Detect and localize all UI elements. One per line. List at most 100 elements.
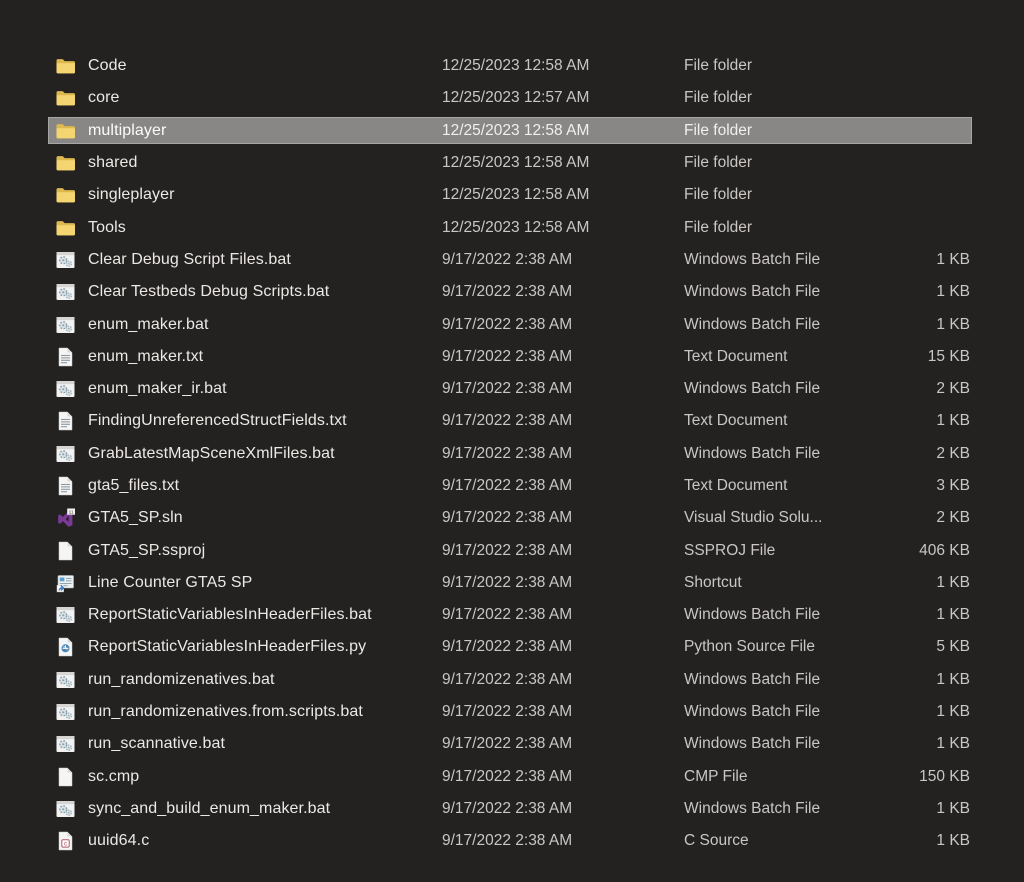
batch-file-icon bbox=[55, 734, 76, 755]
file-name: gta5_files.txt bbox=[88, 477, 180, 494]
batch-file-icon bbox=[55, 443, 76, 464]
file-name: Code bbox=[88, 57, 127, 75]
file-row[interactable]: ReportStaticVariablesInHeaderFiles.bat 9… bbox=[48, 599, 972, 631]
file-type: Windows Batch File bbox=[684, 283, 821, 301]
file-row[interactable]: c uuid64.c 9/17/2022 2:38 AM C Source 1 … bbox=[48, 825, 972, 857]
file-row[interactable]: sync_and_build_enum_maker.bat 9/17/2022 … bbox=[48, 793, 972, 825]
file-size: 1 KB bbox=[936, 670, 970, 688]
file-size: 2 KB bbox=[936, 509, 970, 527]
file-type: Text Document bbox=[684, 347, 788, 365]
file-type: Python Source File bbox=[684, 638, 815, 656]
batch-file-icon bbox=[55, 702, 76, 723]
svg-text:11: 11 bbox=[69, 510, 74, 516]
date-modified: 9/17/2022 2:38 AM bbox=[442, 444, 573, 462]
file-name: enum_maker_ir.bat bbox=[88, 380, 227, 398]
file-type: CMP File bbox=[684, 767, 748, 785]
batch-file-icon bbox=[55, 314, 76, 335]
date-modified: 9/17/2022 2:38 AM bbox=[442, 315, 573, 333]
folder-icon bbox=[55, 56, 76, 77]
file-row[interactable]: gta5_files.txt 9/17/2022 2:38 AM Text Do… bbox=[48, 470, 972, 502]
file-row[interactable]: run_randomizenatives.from.scripts.bat 9/… bbox=[48, 696, 972, 728]
file-row[interactable]: shared 12/25/2023 12:58 AM File folder bbox=[48, 147, 972, 179]
file-name: run_randomizenatives.from.scripts.bat bbox=[88, 703, 363, 721]
file-size: 1 KB bbox=[936, 703, 970, 721]
date-modified: 9/17/2022 2:38 AM bbox=[442, 380, 573, 398]
file-row[interactable]: 11 GTA5_SP.sln 9/17/2022 2:38 AM Visual … bbox=[48, 502, 972, 534]
file-row[interactable]: Line Counter GTA5 SP 9/17/2022 2:38 AM S… bbox=[48, 567, 972, 599]
file-row[interactable]: GrabLatestMapSceneXmlFiles.bat 9/17/2022… bbox=[48, 438, 972, 470]
file-size: 1 KB bbox=[936, 283, 970, 301]
file-type: Windows Batch File bbox=[684, 380, 821, 398]
file-size: 1 KB bbox=[936, 799, 970, 817]
file-row[interactable]: multiplayer 12/25/2023 12:58 AM File fol… bbox=[48, 115, 972, 147]
file-row[interactable]: run_scannative.bat 9/17/2022 2:38 AM Win… bbox=[48, 728, 972, 760]
file-row[interactable]: singleplayer 12/25/2023 12:58 AM File fo… bbox=[48, 179, 972, 211]
file-type: Text Document bbox=[684, 477, 788, 494]
date-modified: 9/17/2022 2:38 AM bbox=[442, 799, 573, 817]
file-type: File folder bbox=[684, 154, 753, 172]
file-name: enum_maker.bat bbox=[88, 315, 209, 333]
file-type: Shortcut bbox=[684, 573, 742, 591]
batch-file-icon bbox=[55, 249, 76, 270]
file-name: singleplayer bbox=[88, 186, 175, 204]
file-row[interactable]: Clear Testbeds Debug Scripts.bat 9/17/20… bbox=[48, 276, 972, 308]
file-size: 15 KB bbox=[927, 347, 970, 365]
date-modified: 9/17/2022 2:38 AM bbox=[442, 767, 573, 785]
c-source-icon: c bbox=[55, 831, 76, 852]
file-name: uuid64.c bbox=[88, 832, 150, 850]
file-row[interactable]: FindingUnreferencedStructFields.txt 9/17… bbox=[48, 405, 972, 437]
text-document-icon bbox=[55, 476, 76, 497]
file-name: GTA5_SP.sln bbox=[88, 509, 183, 527]
file-type: Windows Batch File bbox=[684, 799, 821, 817]
date-modified: 12/25/2023 12:58 AM bbox=[442, 57, 590, 75]
file-size: 1 KB bbox=[936, 735, 970, 753]
file-name: enum_maker.txt bbox=[88, 347, 204, 365]
file-row[interactable]: enum_maker.bat 9/17/2022 2:38 AM Windows… bbox=[48, 308, 972, 340]
file-type: Windows Batch File bbox=[684, 606, 821, 624]
file-name: Tools bbox=[88, 218, 126, 236]
date-modified: 12/25/2023 12:57 AM bbox=[442, 89, 590, 107]
file-row[interactable]: Tools 12/25/2023 12:58 AM File folder bbox=[48, 211, 972, 243]
file-type: Windows Batch File bbox=[684, 250, 821, 268]
date-modified: 9/17/2022 2:38 AM bbox=[442, 638, 573, 656]
file-row[interactable]: GTA5_SP.ssproj 9/17/2022 2:38 AM SSPROJ … bbox=[48, 534, 972, 566]
file-type: File folder bbox=[684, 121, 753, 139]
file-size: 3 KB bbox=[936, 477, 970, 494]
python-file-icon bbox=[55, 637, 76, 658]
file-type: File folder bbox=[684, 89, 753, 107]
file-name: run_scannative.bat bbox=[88, 735, 226, 753]
file-size: 1 KB bbox=[936, 315, 970, 333]
date-modified: 12/25/2023 12:58 AM bbox=[442, 186, 590, 204]
file-size: 1 KB bbox=[936, 606, 970, 624]
batch-file-icon bbox=[55, 669, 76, 690]
file-type: Windows Batch File bbox=[684, 444, 821, 462]
file-name: GTA5_SP.ssproj bbox=[88, 541, 206, 559]
date-modified: 9/17/2022 2:38 AM bbox=[442, 347, 573, 365]
file-name: ReportStaticVariablesInHeaderFiles.bat bbox=[88, 606, 372, 624]
file-row[interactable]: enum_maker.txt 9/17/2022 2:38 AM Text Do… bbox=[48, 341, 972, 373]
batch-file-icon bbox=[55, 379, 76, 400]
file-row[interactable]: ReportStaticVariablesInHeaderFiles.py 9/… bbox=[48, 631, 972, 663]
folder-icon bbox=[55, 185, 76, 206]
file-row[interactable]: Clear Debug Script Files.bat 9/17/2022 2… bbox=[48, 244, 972, 276]
file-size: 1 KB bbox=[936, 573, 970, 591]
date-modified: 9/17/2022 2:38 AM bbox=[442, 250, 573, 268]
file-row[interactable]: Code 12/25/2023 12:58 AM File folder bbox=[48, 50, 972, 82]
file-type: Windows Batch File bbox=[684, 735, 821, 753]
date-modified: 9/17/2022 2:38 AM bbox=[442, 670, 573, 688]
date-modified: 12/25/2023 12:58 AM bbox=[442, 218, 590, 236]
folder-icon bbox=[55, 88, 76, 109]
date-modified: 12/25/2023 12:58 AM bbox=[442, 121, 590, 139]
file-name: run_randomizenatives.bat bbox=[88, 670, 275, 688]
date-modified: 9/17/2022 2:38 AM bbox=[442, 477, 573, 494]
file-name: sc.cmp bbox=[88, 767, 140, 785]
file-row[interactable]: sc.cmp 9/17/2022 2:38 AM CMP File 150 KB bbox=[48, 761, 972, 793]
file-type: Text Document bbox=[684, 412, 788, 430]
file-list: Code 12/25/2023 12:58 AM File folder cor… bbox=[48, 50, 972, 857]
file-row[interactable]: core 12/25/2023 12:57 AM File folder bbox=[48, 82, 972, 114]
file-size: 1 KB bbox=[936, 412, 970, 430]
file-row[interactable]: enum_maker_ir.bat 9/17/2022 2:38 AM Wind… bbox=[48, 373, 972, 405]
file-type: Windows Batch File bbox=[684, 315, 821, 333]
file-row[interactable]: run_randomizenatives.bat 9/17/2022 2:38 … bbox=[48, 664, 972, 696]
file-name: ReportStaticVariablesInHeaderFiles.py bbox=[88, 638, 367, 656]
